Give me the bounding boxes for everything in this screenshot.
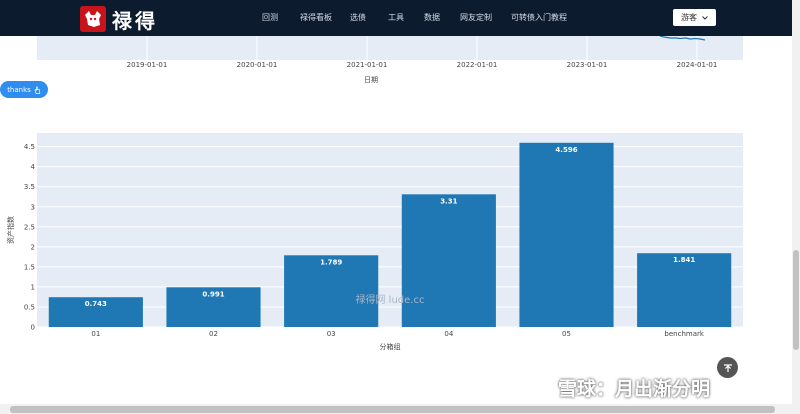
y-tick-label: 1 [31, 283, 35, 291]
y-tick-label: 3.5 [24, 183, 35, 191]
logo-icon[interactable] [80, 6, 106, 32]
y-tick-label: 4 [31, 163, 36, 171]
back-to-top-button[interactable] [717, 357, 738, 378]
y-tick-label: 3 [31, 203, 35, 211]
top-plot-area [37, 36, 743, 60]
nav-item-backtest[interactable]: 回测 [262, 12, 278, 23]
nav-item-dashboard[interactable]: 禄得看板 [300, 12, 332, 23]
nav-item-tools[interactable]: 工具 [388, 12, 404, 23]
top-x-tick-label: 2019-01-01 [127, 61, 168, 69]
top-x-tick-label: 2023-01-01 [567, 61, 608, 69]
bull-logo-icon [85, 11, 101, 27]
x-tick-label: 03 [327, 330, 336, 338]
top-x-tick-label: 2020-01-01 [237, 61, 278, 69]
nav-item-tutorial[interactable]: 可转债入门教程 [511, 12, 567, 23]
bar-data-label: 0.991 [202, 290, 224, 298]
top-navbar: 禄得 回测 禄得看板 选债 工具 数据 网友定制 可转债入门教程 游客 [0, 0, 792, 36]
top-x-tick-label: 2022-01-01 [457, 61, 498, 69]
bar[interactable] [519, 142, 614, 327]
hand-icon [34, 86, 40, 94]
x-tick-label: benchmark [664, 330, 704, 338]
bar-data-label: 3.31 [440, 197, 457, 205]
y-tick-label: 0.5 [24, 303, 35, 311]
bar-data-label: 1.841 [673, 256, 695, 264]
chevron-down-icon [702, 15, 708, 20]
thanks-label: thanks [7, 85, 31, 94]
bar-data-label: 1.789 [320, 258, 342, 266]
vertical-scrollbar-thumb[interactable] [793, 250, 799, 350]
x-tick-label: 04 [444, 330, 453, 338]
horizontal-scrollbar-thumb[interactable] [10, 406, 775, 413]
top-x-tick-label: 2024-01-01 [677, 61, 718, 69]
user-menu-button[interactable]: 游客 [673, 9, 716, 26]
x-tick-label: 02 [209, 330, 218, 338]
y-tick-label: 2 [31, 243, 35, 251]
top-x-tick-label: 2021-01-01 [347, 61, 388, 69]
top-line-chart: 2019-01-01 2020-01-01 2021-01-01 2022-01-01… [37, 36, 743, 84]
x-axis-title: 分箱组 [380, 342, 401, 351]
vertical-scrollbar[interactable] [792, 0, 800, 414]
nav-item-custom[interactable]: 网友定制 [460, 12, 492, 23]
y-axis-title: 资产指数 [6, 216, 15, 244]
x-tick-label: 05 [562, 330, 571, 338]
y-tick-label: 0 [31, 324, 35, 332]
user-menu-label: 游客 [681, 13, 697, 22]
thanks-button[interactable]: thanks [0, 81, 48, 98]
arrow-up-icon [723, 363, 732, 372]
nav-item-data[interactable]: 数据 [424, 12, 440, 23]
x-tick-label: 01 [91, 330, 100, 338]
bar[interactable] [401, 194, 496, 327]
bar-data-label: 4.596 [555, 146, 577, 154]
brand-name[interactable]: 禄得 [112, 5, 158, 34]
bar[interactable] [637, 253, 732, 327]
nav-item-select-bonds[interactable]: 选债 [350, 12, 366, 23]
watermark-center: 禄得网 lude.cc [356, 293, 425, 306]
top-x-axis-title: 日期 [364, 76, 378, 84]
bar-data-label: 0.743 [85, 300, 107, 308]
bar-chart: 0 0.5 1 1.5 2 2.5 3 3.5 4 4.5 0.743 0.991 1.789 3.31… [6, 133, 743, 351]
watermark-xueqiu: 雪球：月出渐分明 [558, 378, 711, 400]
y-tick-label: 2.5 [24, 223, 35, 231]
y-tick-label: 4.5 [24, 143, 35, 151]
y-tick-label: 1.5 [24, 263, 35, 271]
